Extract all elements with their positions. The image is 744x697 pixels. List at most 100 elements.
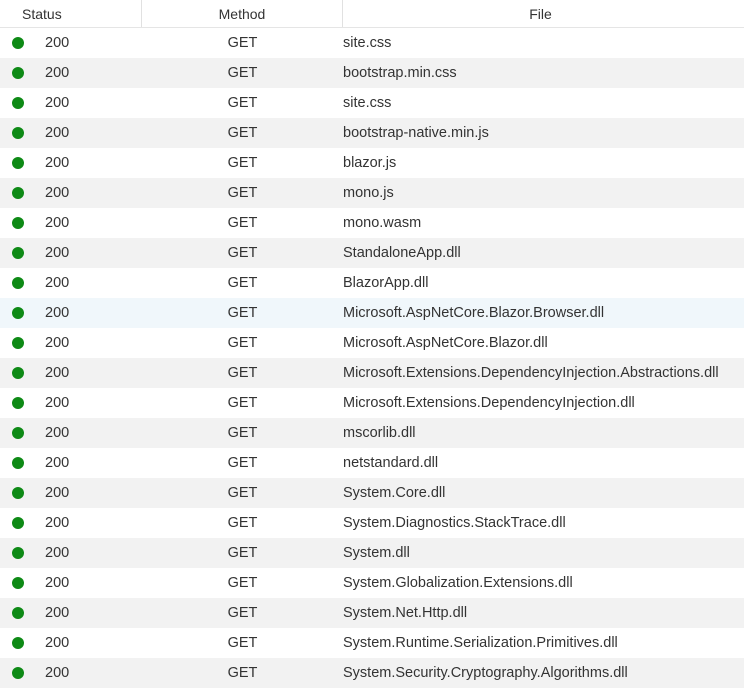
table-row[interactable]: 200 GET bootstrap-native.min.js: [0, 118, 744, 148]
table-row[interactable]: 200 GET System.dll: [0, 538, 744, 568]
method-cell: GET: [227, 365, 258, 381]
table-body: 200 GET site.css 200 GET bootstrap.min.css 200…: [0, 28, 744, 688]
status-cell: 200: [0, 485, 142, 501]
method-cell: GET: [227, 575, 258, 591]
status-ok-icon: [12, 427, 24, 439]
table-row[interactable]: 200 GET System.Diagnostics.StackTrace.dll: [0, 508, 744, 538]
file-cell: blazor.js: [343, 155, 397, 171]
status-ok-icon: [12, 217, 24, 229]
table-header: Status Method File: [0, 0, 744, 28]
status-ok-icon: [12, 547, 24, 559]
file-cell: Microsoft.Extensions.DependencyInjection…: [343, 365, 719, 381]
status-ok-icon: [12, 397, 24, 409]
status-code: 200: [45, 215, 70, 231]
status-ok-icon: [12, 607, 24, 619]
table-row[interactable]: 200 GET site.css: [0, 88, 744, 118]
file-cell: site.css: [343, 35, 392, 51]
status-cell: 200: [0, 185, 142, 201]
status-cell: 200: [0, 245, 142, 261]
status-cell: 200: [0, 665, 142, 681]
status-code: 200: [45, 125, 70, 141]
table-row[interactable]: 200 GET bootstrap.min.css: [0, 58, 744, 88]
file-cell: System.Core.dll: [343, 485, 446, 501]
file-cell: Microsoft.AspNetCore.Blazor.Browser.dll: [343, 305, 605, 321]
method-cell: GET: [227, 125, 258, 141]
table-row[interactable]: 200 GET System.Core.dll: [0, 478, 744, 508]
table-row[interactable]: 200 GET mscorlib.dll: [0, 418, 744, 448]
table-row[interactable]: 200 GET System.Security.Cryptography.Algor…: [0, 658, 744, 688]
method-cell: GET: [227, 515, 258, 531]
status-cell: 200: [0, 335, 142, 351]
status-ok-icon: [12, 667, 24, 679]
status-ok-icon: [12, 637, 24, 649]
status-cell: 200: [0, 365, 142, 381]
status-ok-icon: [12, 337, 24, 349]
method-cell: GET: [227, 245, 258, 261]
status-cell: 200: [0, 455, 142, 471]
method-cell: GET: [227, 275, 258, 291]
status-code: 200: [45, 395, 70, 411]
status-code: 200: [45, 635, 70, 651]
status-code: 200: [45, 335, 70, 351]
file-cell: mscorlib.dll: [343, 425, 416, 441]
method-cell: GET: [227, 335, 258, 351]
status-cell: 200: [0, 215, 142, 231]
status-code: 200: [45, 425, 70, 441]
column-header-status[interactable]: Status: [0, 0, 142, 27]
method-cell: GET: [227, 35, 258, 51]
table-row[interactable]: 200 GET blazor.js: [0, 148, 744, 178]
status-ok-icon: [12, 127, 24, 139]
status-code: 200: [45, 515, 70, 531]
column-header-file[interactable]: File: [343, 0, 744, 27]
table-row[interactable]: 200 GET Microsoft.Extensions.DependencyInj…: [0, 358, 744, 388]
file-cell: System.Diagnostics.StackTrace.dll: [343, 515, 566, 531]
status-code: 200: [45, 185, 70, 201]
status-cell: 200: [0, 395, 142, 411]
table-row[interactable]: 200 GET System.Globalization.Extensions.dl…: [0, 568, 744, 598]
status-ok-icon: [12, 277, 24, 289]
status-code: 200: [45, 155, 70, 171]
status-code: 200: [45, 575, 70, 591]
status-code: 200: [45, 605, 70, 621]
table-row[interactable]: 200 GET netstandard.dll: [0, 448, 744, 478]
status-ok-icon: [12, 247, 24, 259]
status-cell: 200: [0, 125, 142, 141]
status-ok-icon: [12, 67, 24, 79]
table-row[interactable]: 200 GET Microsoft.Extensions.DependencyInj…: [0, 388, 744, 418]
method-cell: GET: [227, 545, 258, 561]
table-row[interactable]: 200 GET Microsoft.AspNetCore.Blazor.dll: [0, 328, 744, 358]
status-cell: 200: [0, 305, 142, 321]
column-header-method[interactable]: Method: [142, 0, 343, 27]
status-code: 200: [45, 305, 70, 321]
status-ok-icon: [12, 307, 24, 319]
status-code: 200: [45, 455, 70, 471]
table-row[interactable]: 200 GET StandaloneApp.dll: [0, 238, 744, 268]
table-row[interactable]: 200 GET mono.wasm: [0, 208, 744, 238]
file-cell: StandaloneApp.dll: [343, 245, 461, 261]
status-code: 200: [45, 35, 70, 51]
table-row[interactable]: 200 GET System.Runtime.Serialization.Primi…: [0, 628, 744, 658]
table-row[interactable]: 200 GET BlazorApp.dll: [0, 268, 744, 298]
file-cell: site.css: [343, 95, 392, 111]
file-cell: BlazorApp.dll: [343, 275, 429, 291]
method-cell: GET: [227, 455, 258, 471]
status-cell: 200: [0, 605, 142, 621]
table-row[interactable]: 200 GET mono.js: [0, 178, 744, 208]
status-cell: 200: [0, 275, 142, 291]
file-cell: bootstrap.min.css: [343, 65, 457, 81]
status-cell: 200: [0, 515, 142, 531]
status-cell: 200: [0, 545, 142, 561]
status-cell: 200: [0, 155, 142, 171]
table-row[interactable]: 200 GET System.Net.Http.dll: [0, 598, 744, 628]
table-row[interactable]: 200 GET Microsoft.AspNetCore.Blazor.Browse…: [0, 298, 744, 328]
method-cell: GET: [227, 635, 258, 651]
status-cell: 200: [0, 35, 142, 51]
method-cell: GET: [227, 215, 258, 231]
status-ok-icon: [12, 517, 24, 529]
file-cell: System.Security.Cryptography.Algorithms.…: [343, 665, 628, 681]
file-cell: System.Globalization.Extensions.dll: [343, 575, 573, 591]
status-code: 200: [45, 245, 70, 261]
method-cell: GET: [227, 185, 258, 201]
method-cell: GET: [227, 95, 258, 111]
table-row[interactable]: 200 GET site.css: [0, 28, 744, 58]
